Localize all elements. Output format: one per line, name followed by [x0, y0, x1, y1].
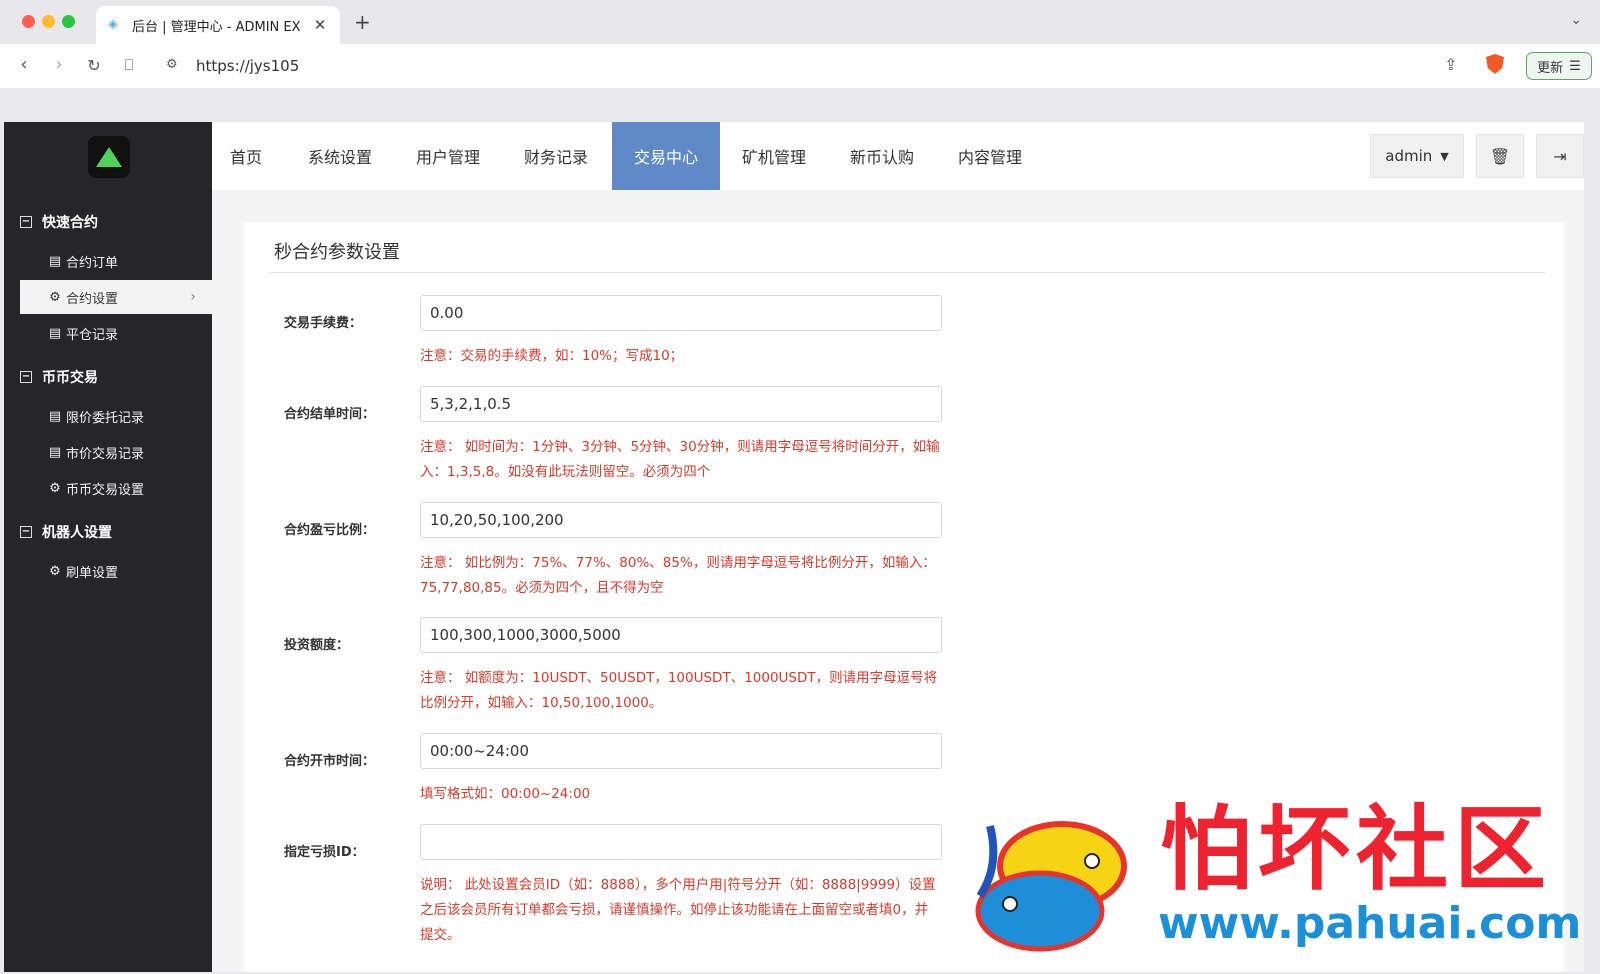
- menu-group-quick-contract[interactable]: − 快速合约: [20, 212, 98, 232]
- zoom-window-button[interactable]: [62, 15, 75, 28]
- logout-icon: ⇥: [1553, 146, 1567, 166]
- menu-group-coin-trading[interactable]: − 币币交易: [20, 367, 98, 387]
- fish-logo-icon: [975, 821, 1127, 952]
- close-window-button[interactable]: [22, 15, 35, 28]
- investment-note: 注意： 如额度为：10USDT、50USDT，100USDT、1000USDT，…: [420, 670, 938, 711]
- bookmark-icon[interactable]: ⎕: [117, 56, 141, 74]
- sidebar-item-coin-settings[interactable]: ⚙ 币币交易设置: [20, 471, 212, 505]
- list-icon: ▤: [48, 408, 62, 424]
- gear-icon: ⚙: [49, 480, 61, 496]
- browser-toolbar: ‹ › ↻ ⎕ ⚙ https://jys105 ⇪ 更新 ☰: [0, 44, 1600, 88]
- tab-title: 后台 | 管理中心 - ADMIN EX: [132, 19, 301, 35]
- username: admin: [1385, 147, 1433, 165]
- menu-group-label: 币币交易: [42, 370, 98, 386]
- menu-group-label: 快速合约: [42, 215, 98, 231]
- menu-group-label: 机器人设置: [42, 525, 112, 541]
- address-bar[interactable]: https://jys105: [196, 57, 299, 75]
- sidebar-item-label: 限价委托记录: [66, 410, 145, 426]
- tab-user-management[interactable]: 用户管理: [398, 122, 498, 190]
- tab-miner-management[interactable]: 矿机管理: [724, 122, 824, 190]
- divider: [268, 272, 1546, 273]
- sidebar-item-label: 刷单设置: [66, 565, 119, 581]
- open-time-label: 合约开市时间：: [284, 754, 376, 769]
- watermark-url: www.pahuai.com: [1158, 898, 1582, 949]
- profit-ratio-input[interactable]: [420, 502, 942, 538]
- sidebar-item-contract-settings[interactable]: ⚙ 合约设置 ›: [20, 280, 212, 314]
- trash-icon: 🗑: [1489, 146, 1511, 166]
- list-icon: ▤: [48, 325, 62, 341]
- clear-cache-button[interactable]: 🗑: [1476, 134, 1524, 178]
- collapse-icon: −: [20, 526, 32, 538]
- favicon-icon: ◈: [108, 17, 118, 32]
- open-time-input[interactable]: [420, 733, 942, 769]
- gear-icon: ⚙: [49, 563, 61, 579]
- tab-system-settings[interactable]: 系统设置: [290, 122, 390, 190]
- update-label: 更新: [1537, 60, 1564, 76]
- fee-note: 注意：交易的手续费，如：10%；写成10；: [420, 348, 684, 364]
- list-icon: ▤: [48, 253, 62, 269]
- forward-icon[interactable]: ›: [47, 54, 71, 75]
- gear-icon: ⚙: [49, 289, 61, 305]
- sidebar-item-label: 合约订单: [66, 255, 119, 271]
- new-tab-icon[interactable]: +: [354, 10, 371, 34]
- sidebar-item-label: 币币交易设置: [66, 482, 145, 498]
- sidebar: − 快速合约 ▤ 合约订单 ⚙ 合约设置 › ▤ 平仓记录 − 币币交易 ▤ 限…: [4, 122, 212, 972]
- sidebar-item-label: 合约设置: [66, 291, 119, 307]
- chevron-right-icon: ›: [190, 289, 196, 305]
- minimize-window-button[interactable]: [42, 15, 55, 28]
- list-icon: ▤: [48, 444, 62, 460]
- tab-home[interactable]: 首页: [212, 122, 280, 190]
- update-button[interactable]: 更新 ☰: [1526, 52, 1592, 80]
- sidebar-item-order-bot-settings[interactable]: ⚙ 刷单设置: [20, 554, 212, 588]
- back-icon[interactable]: ‹: [12, 54, 36, 75]
- sidebar-item-label: 市价交易记录: [66, 446, 145, 462]
- tab-trading-center[interactable]: 交易中心: [612, 122, 720, 190]
- sidebar-item-market-trades[interactable]: ▤ 市价交易记录: [20, 435, 212, 469]
- loss-id-input[interactable]: [420, 824, 942, 860]
- collapse-icon: −: [20, 371, 32, 383]
- investment-label: 投资额度：: [284, 638, 350, 653]
- settle-time-note: 注意： 如时间为：1分钟、3分钟、5分钟、30分钟，则请用字母逗号将时间分开，如…: [420, 439, 940, 480]
- site-settings-icon[interactable]: ⚙: [166, 57, 178, 72]
- tab-content-management[interactable]: 内容管理: [940, 122, 1040, 190]
- menu-group-robot[interactable]: − 机器人设置: [20, 522, 112, 542]
- investment-input[interactable]: [420, 617, 942, 653]
- open-time-note: 填写格式如：00:00~24:00: [420, 786, 591, 802]
- logo-icon: [96, 147, 122, 167]
- profit-ratio-label: 合约盈亏比例：: [284, 523, 376, 538]
- page-top-spacer: [0, 88, 1600, 122]
- close-tab-icon[interactable]: ✕: [312, 16, 328, 34]
- tab-finance-records[interactable]: 财务记录: [506, 122, 606, 190]
- settle-time-input[interactable]: [420, 386, 942, 422]
- profit-ratio-note: 注意： 如比例为：75%、77%、80%、85%，则请用字母逗号将比例分开，如输…: [420, 555, 936, 596]
- reload-icon[interactable]: ↻: [82, 56, 106, 75]
- loss-id-label: 指定亏损ID：: [284, 845, 365, 860]
- fee-label: 交易手续费：: [284, 316, 363, 331]
- fee-input[interactable]: [420, 295, 942, 331]
- sidebar-item-limit-orders[interactable]: ▤ 限价委托记录: [20, 399, 212, 433]
- user-menu-button[interactable]: admin ▼: [1370, 134, 1464, 178]
- brave-shield-icon[interactable]: [1486, 54, 1504, 74]
- watermark-title: 怕坏社区: [1160, 796, 1553, 903]
- tab-new-coin-subscription[interactable]: 新币认购: [832, 122, 932, 190]
- browser-tab[interactable]: ◈ 后台 | 管理中心 - ADMIN EX ✕: [96, 6, 340, 44]
- browser-titlebar: ◈ 后台 | 管理中心 - ADMIN EX ✕ + ⌄: [0, 0, 1600, 44]
- sidebar-item-contract-orders[interactable]: ▤ 合约订单: [20, 244, 212, 278]
- collapse-icon: −: [20, 216, 32, 228]
- top-navigation: 首页 系统设置 用户管理 财务记录 交易中心 矿机管理 新币认购 内容管理 ad…: [212, 122, 1584, 190]
- sidebar-item-close-records[interactable]: ▤ 平仓记录: [20, 316, 212, 350]
- app-logo[interactable]: [88, 136, 130, 178]
- page-title: 秒合约参数设置: [274, 242, 400, 263]
- chevron-down-icon[interactable]: ⌄: [1570, 12, 1582, 28]
- sidebar-item-label: 平仓记录: [66, 327, 119, 343]
- share-icon[interactable]: ⇪: [1444, 55, 1457, 74]
- loss-id-note: 说明： 此处设置会员ID（如：8888），多个用户用|符号分开（如：8888|9…: [420, 877, 936, 943]
- watermark: 怕坏社区 www.pahuai.com: [970, 800, 1590, 960]
- caret-down-icon: ▼: [1440, 149, 1449, 163]
- settle-time-label: 合约结单时间：: [284, 407, 376, 422]
- menu-icon: ☰: [1569, 58, 1581, 74]
- logout-button[interactable]: ⇥: [1536, 134, 1584, 178]
